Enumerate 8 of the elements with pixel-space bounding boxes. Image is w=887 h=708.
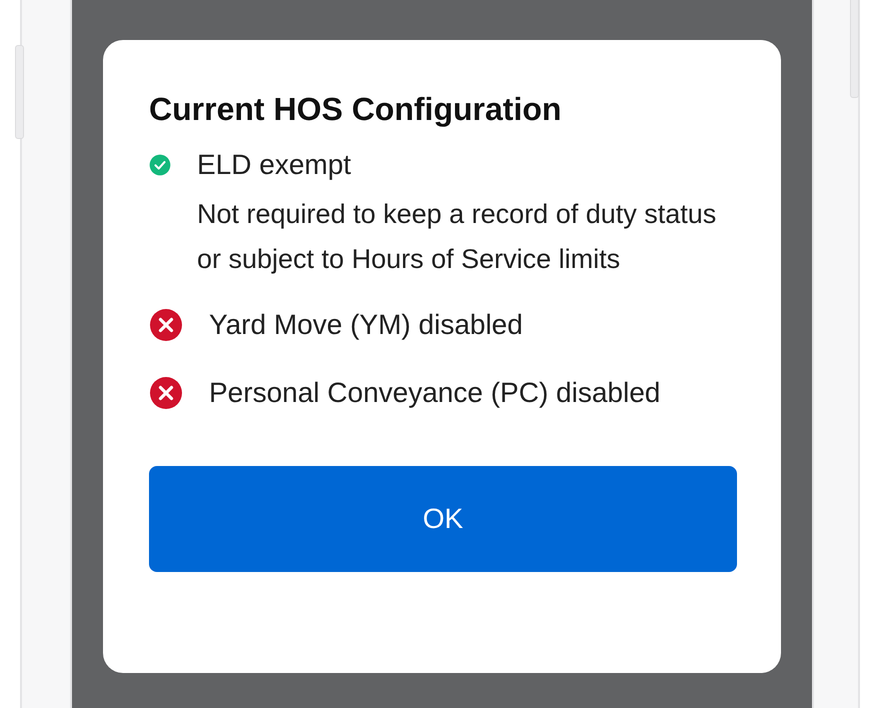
status-label: Personal Conveyance (PC) disabled: [209, 376, 660, 410]
status-description: Not required to keep a record of duty status or subject to Hours of Service limits: [197, 198, 718, 276]
ok-button[interactable]: OK: [149, 466, 737, 572]
status-label: Yard Move (YM) disabled: [209, 308, 523, 342]
dialog-title: Current HOS Configuration: [149, 90, 562, 128]
status-label: ELD exempt: [197, 148, 352, 182]
x-circle-icon: [149, 376, 183, 410]
x-circle-icon: [149, 308, 183, 342]
